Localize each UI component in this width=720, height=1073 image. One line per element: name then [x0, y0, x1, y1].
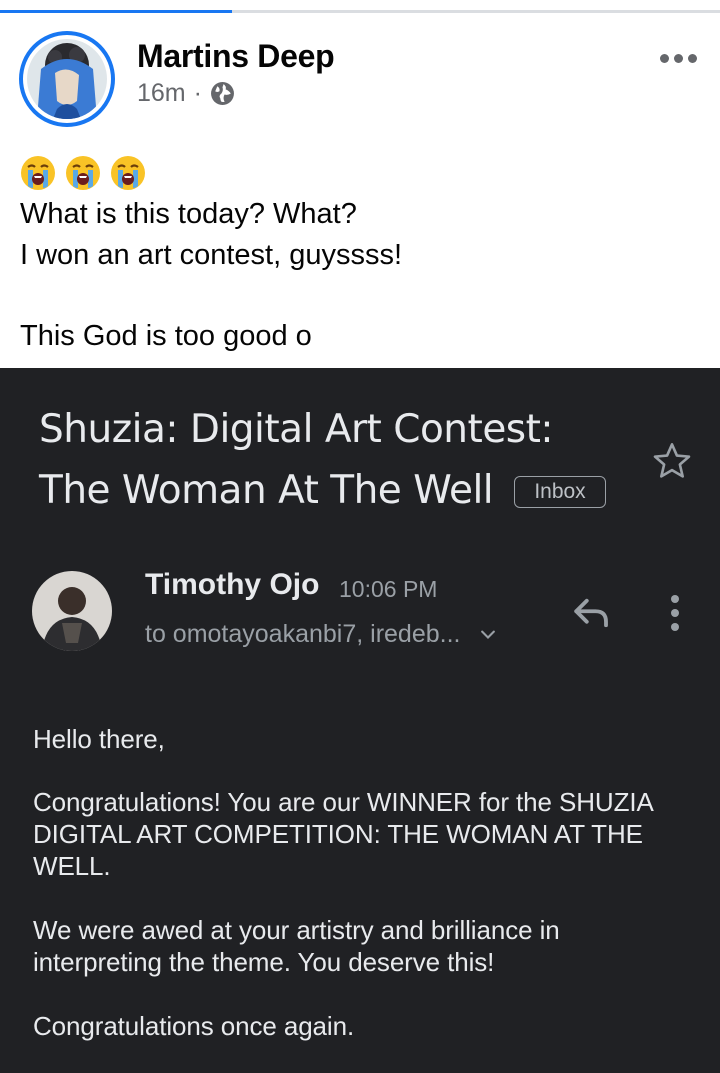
- inbox-label-badge[interactable]: Inbox: [514, 476, 606, 508]
- post-text-line: What is this today? What?: [20, 198, 357, 230]
- reply-icon[interactable]: [571, 592, 613, 634]
- more-options-icon[interactable]: [660, 54, 697, 63]
- sent-time: 10:06 PM: [339, 576, 438, 602]
- email-subject-line-2: The Woman At The Well: [39, 468, 494, 513]
- email-body-line: Congratulations! You are our WINNER for …: [33, 787, 654, 817]
- post-meta: 16m ·: [137, 78, 235, 108]
- sender-name[interactable]: Timothy Ojo: [145, 568, 319, 602]
- email-body-line: WELL.: [33, 851, 111, 881]
- recipients-row[interactable]: to omotayoakanbi7, iredeb...: [145, 620, 498, 649]
- email-body-line: We were awed at your artistry and brilli…: [33, 915, 560, 945]
- emoji-row: [19, 154, 147, 192]
- recipients-text: to omotayoakanbi7, iredeb...: [145, 620, 461, 648]
- email-body-line: DIGITAL ART COMPETITION: THE WOMAN AT TH…: [33, 819, 643, 849]
- more-vert-icon[interactable]: [671, 595, 679, 631]
- chevron-down-icon[interactable]: [478, 625, 498, 645]
- email-closing: Congratulations once again.: [33, 1011, 355, 1041]
- meta-separator: ·: [193, 78, 202, 107]
- email-body-line: interpreting the theme. You deserve this…: [33, 947, 495, 977]
- author-avatar[interactable]: [19, 31, 115, 127]
- author-avatar-image: [27, 39, 107, 119]
- post-time[interactable]: 16m: [137, 79, 186, 108]
- loudly-crying-face-icon: [111, 156, 145, 190]
- post-text-line: I won an art contest, guyssss!: [20, 239, 403, 271]
- sender-avatar[interactable]: [32, 571, 112, 651]
- story-progress-bar: [0, 10, 720, 13]
- loudly-crying-face-icon: [66, 156, 100, 190]
- email-greeting: Hello there,: [33, 724, 165, 754]
- author-name[interactable]: Martins Deep: [137, 38, 335, 75]
- email-subject-line-1: Shuzia: Digital Art Contest:: [39, 407, 554, 452]
- loudly-crying-face-icon: [21, 156, 55, 190]
- post-text-line: This God is too good o: [20, 320, 312, 352]
- star-icon[interactable]: [651, 440, 693, 482]
- globe-icon: [211, 81, 234, 105]
- story-progress-fill: [0, 10, 232, 13]
